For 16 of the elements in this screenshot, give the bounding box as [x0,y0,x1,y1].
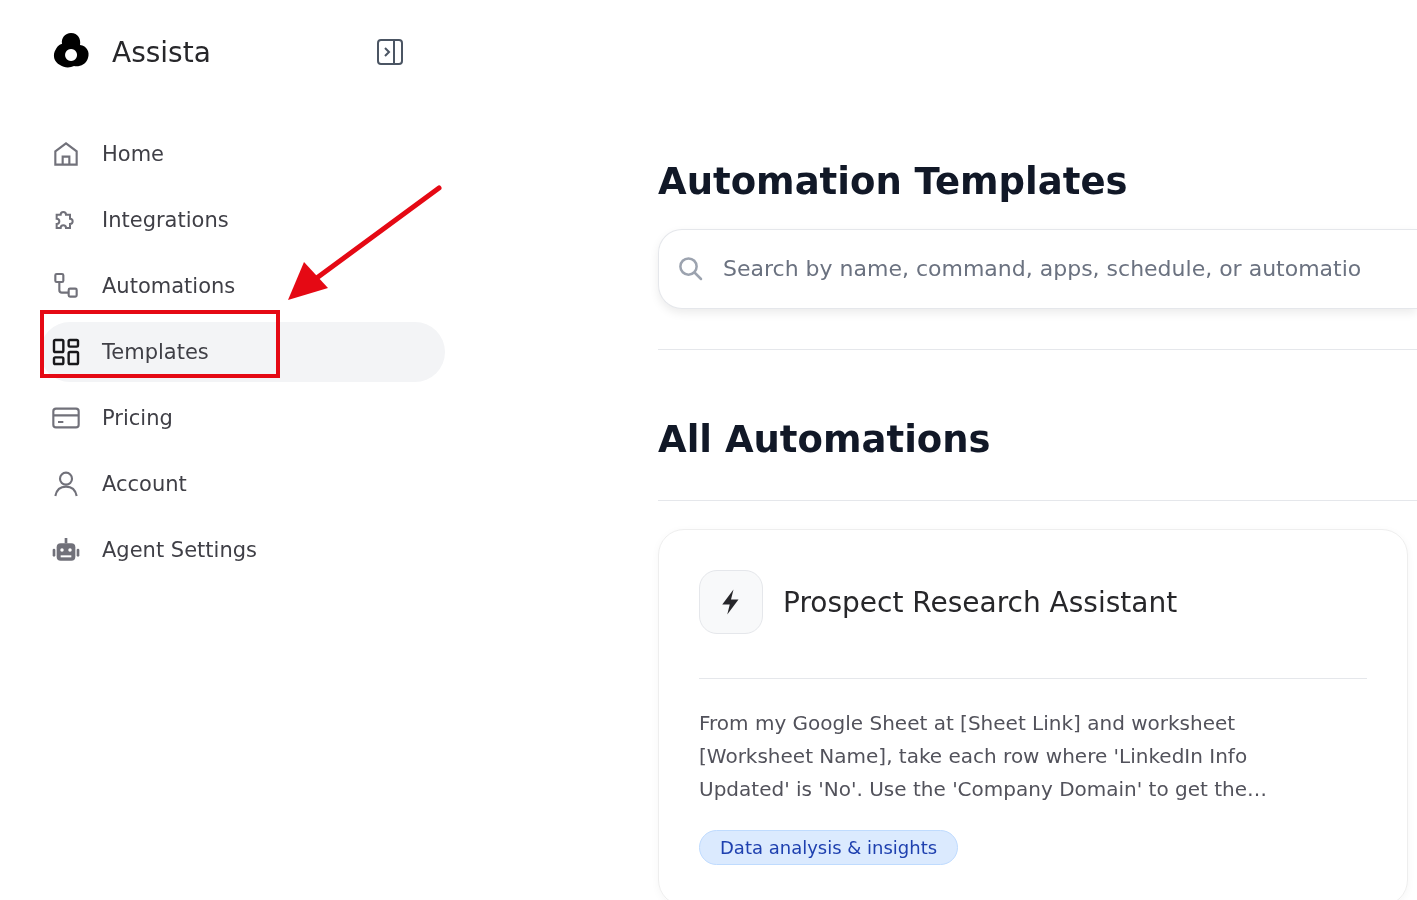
grid-icon [50,336,82,368]
card-description: From my Google Sheet at [Sheet Link] and worksheet [Worksheet Name], take each row where 'LinkedIn Info Updated' is 'No'. Use the 'Company Domain' to get the… [699,710,1269,804]
category-tag: Data analysis & insights [699,830,959,866]
brand-name: Assista [112,35,212,69]
sidebar-item[interactable]: Account [40,454,445,514]
section-title: All Automations [658,419,992,461]
card-title: Prospect Research Assistant [783,585,1178,619]
sidebar-item[interactable]: Automations [40,256,445,316]
sidebar-toggle-icon[interactable] [375,37,405,67]
search-field[interactable]: Search by name, command, apps, schedule, or automatio [658,228,1417,309]
sidebar-item[interactable]: Home [40,124,445,184]
page-title: Automation Templates [658,162,1129,203]
sidebar-item[interactable]: Integrations [40,190,445,250]
lightning-icon [699,570,763,635]
sidebar-item[interactable]: Pricing [40,388,445,448]
sidebar-item[interactable]: Agent Settings [40,520,445,580]
